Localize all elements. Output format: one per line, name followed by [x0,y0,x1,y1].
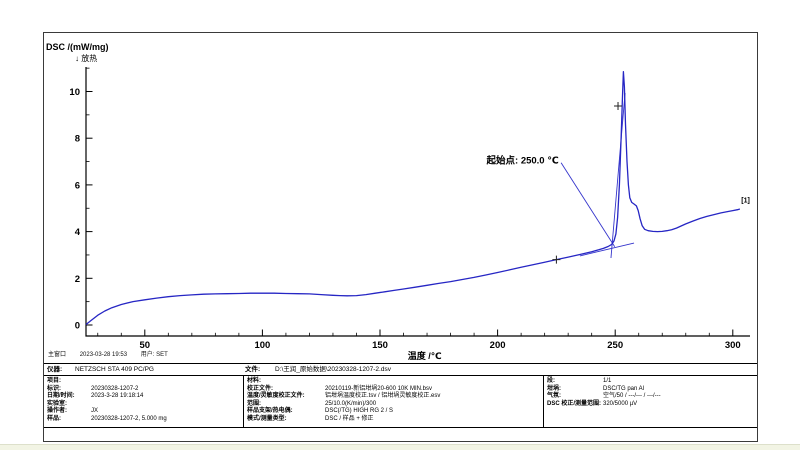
instrument-label: 仪器: [47,366,75,373]
table-row: 段:1/1 [547,378,755,386]
x-tick-label: 250 [607,340,623,351]
info-column-calibration: 材料:校正文件:20210119-新铝坩埚20-600 10K MIN.bsv温… [243,376,543,427]
field-value: DSC(/TG) HIGH RG 2 / S [325,408,393,416]
x-tick-label: 200 [490,340,506,351]
table-row: 材料: [247,378,541,386]
field-value: 25/10.0(K/min)/300 [325,401,376,409]
onset-baseline-line [580,243,634,256]
field-value: 空气/50 / ---/--- / ---/--- [603,393,661,401]
field-label: 段: [547,378,603,386]
table-row: 气氛:空气/50 / ---/--- / ---/--- [547,393,755,401]
field-value: 20230328-1207-2, 5.000 mg [91,416,167,424]
x-tick-label: 100 [254,340,270,351]
table-row: 项目: [47,378,241,386]
table-row: 模式/测量类型:DSC / 样品 + 修正 [247,416,541,424]
field-label: 模式/测量类型: [247,416,325,424]
field-label: DSC 校正/测量范围: [547,401,603,409]
curve-end-label: [1] [741,197,750,204]
field-label: 操作者: [47,408,91,416]
field-label: 气氛: [547,393,603,401]
table-row: 实验室: [47,401,241,409]
bottom-strip [0,444,800,450]
instrument-value: NETZSCH STA 409 PC/PG [75,366,245,373]
field-value: 2023-3-28 19:18:14 [91,393,143,401]
field-value: JX [91,408,98,416]
table-row: DSC 校正/测量范围:320/5000 µV [547,401,755,409]
file-value: D:\王润_原始数据\20230328-1207-2.dsv [275,366,391,373]
info-columns: 项目:标识:20230328-1207-2日期/时间:2023-3-28 19:… [44,376,757,427]
window-label: 主窗口 [48,352,66,358]
y-tick-label: 6 [75,180,80,191]
desktop-background: 50 100 150 200 250 300 0 2 4 6 8 10 DSC /(mW/mg)↓ 放热… [0,0,800,450]
report-page: 50 100 150 200 250 300 0 2 4 6 8 10 DSC /(mW/mg)↓ 放热… [43,32,758,442]
info-column-sample: 项目:标识:20230328-1207-2日期/时间:2023-3-28 19:… [44,376,243,427]
x-tick-label: 300 [725,340,741,351]
y-tick-label: 4 [75,227,81,238]
field-label: 温度/灵敏度校正文件: [247,393,325,401]
y-tick-label: 10 [69,87,80,98]
table-row: 标识:20230328-1207-2 [47,386,241,394]
dsc-chart: 50 100 150 200 250 300 0 2 4 6 8 10 DSC /(mW/mg)↓ 放热… [44,33,757,363]
dsc-curve [86,72,740,325]
table-row: 温度/灵敏度校正文件:铝坩埚温度校正.tsv / 铝坩埚灵敏度校正.esv [247,393,541,401]
y-tick-label: 8 [75,134,80,145]
field-value: 320/5000 µV [603,401,637,409]
file-label: 文件: [245,366,275,373]
field-value: 1/1 [603,378,611,386]
y-tick-label: 2 [75,274,80,285]
field-value: DSC / 样品 + 修正 [325,416,374,424]
range-marker [614,102,622,110]
info-table: 仪器: NETZSCH STA 409 PC/PG 文件: D:\王润_原始数据… [44,363,757,428]
status-line: 主窗口 2023-03-28 19:53 用户: SET [48,352,180,359]
onset-leader-line [561,163,615,247]
onset-annotation: 起始点: 250.0 ℃ [486,154,559,166]
field-label: 日期/时间: [47,393,91,401]
y-axis-title: DSC /(mW/mg) [46,42,109,52]
table-row: 日期/时间:2023-3-28 19:18:14 [47,393,241,401]
x-tick-label: 150 [372,340,388,351]
x-axis-title: 温度 /℃ [408,350,442,361]
field-value: 20230328-1207-2 [91,386,138,394]
field-label: 样品: [47,416,91,424]
field-label: 材料: [247,378,325,386]
y-tick-label: 0 [75,321,80,332]
info-column-conditions: 段:1/1坩埚:DSC/TG pan Al气氛:空气/50 / ---/--- … [543,376,757,427]
field-label: 项目: [47,378,91,386]
table-row: 样品:20230328-1207-2, 5.000 mg [47,416,241,424]
status-datetime: 2023-03-28 19:53 [80,352,127,358]
field-value: 铝坩埚温度校正.tsv / 铝坩埚灵敏度校正.esv [325,393,440,401]
range-marker [552,256,560,264]
table-row: 操作者:JX [47,408,241,416]
onset-tangent-line [611,93,625,258]
status-user: 用户: SET [141,352,168,358]
field-label: 样品支架/热电偶: [247,408,325,416]
instrument-row: 仪器: NETZSCH STA 409 PC/PG 文件: D:\王润_原始数据… [44,364,757,376]
exo-direction-label: ↓ 放热 [75,53,97,63]
table-row: 样品支架/热电偶:DSC(/TG) HIGH RG 2 / S [247,408,541,416]
x-tick-label: 50 [140,340,151,351]
